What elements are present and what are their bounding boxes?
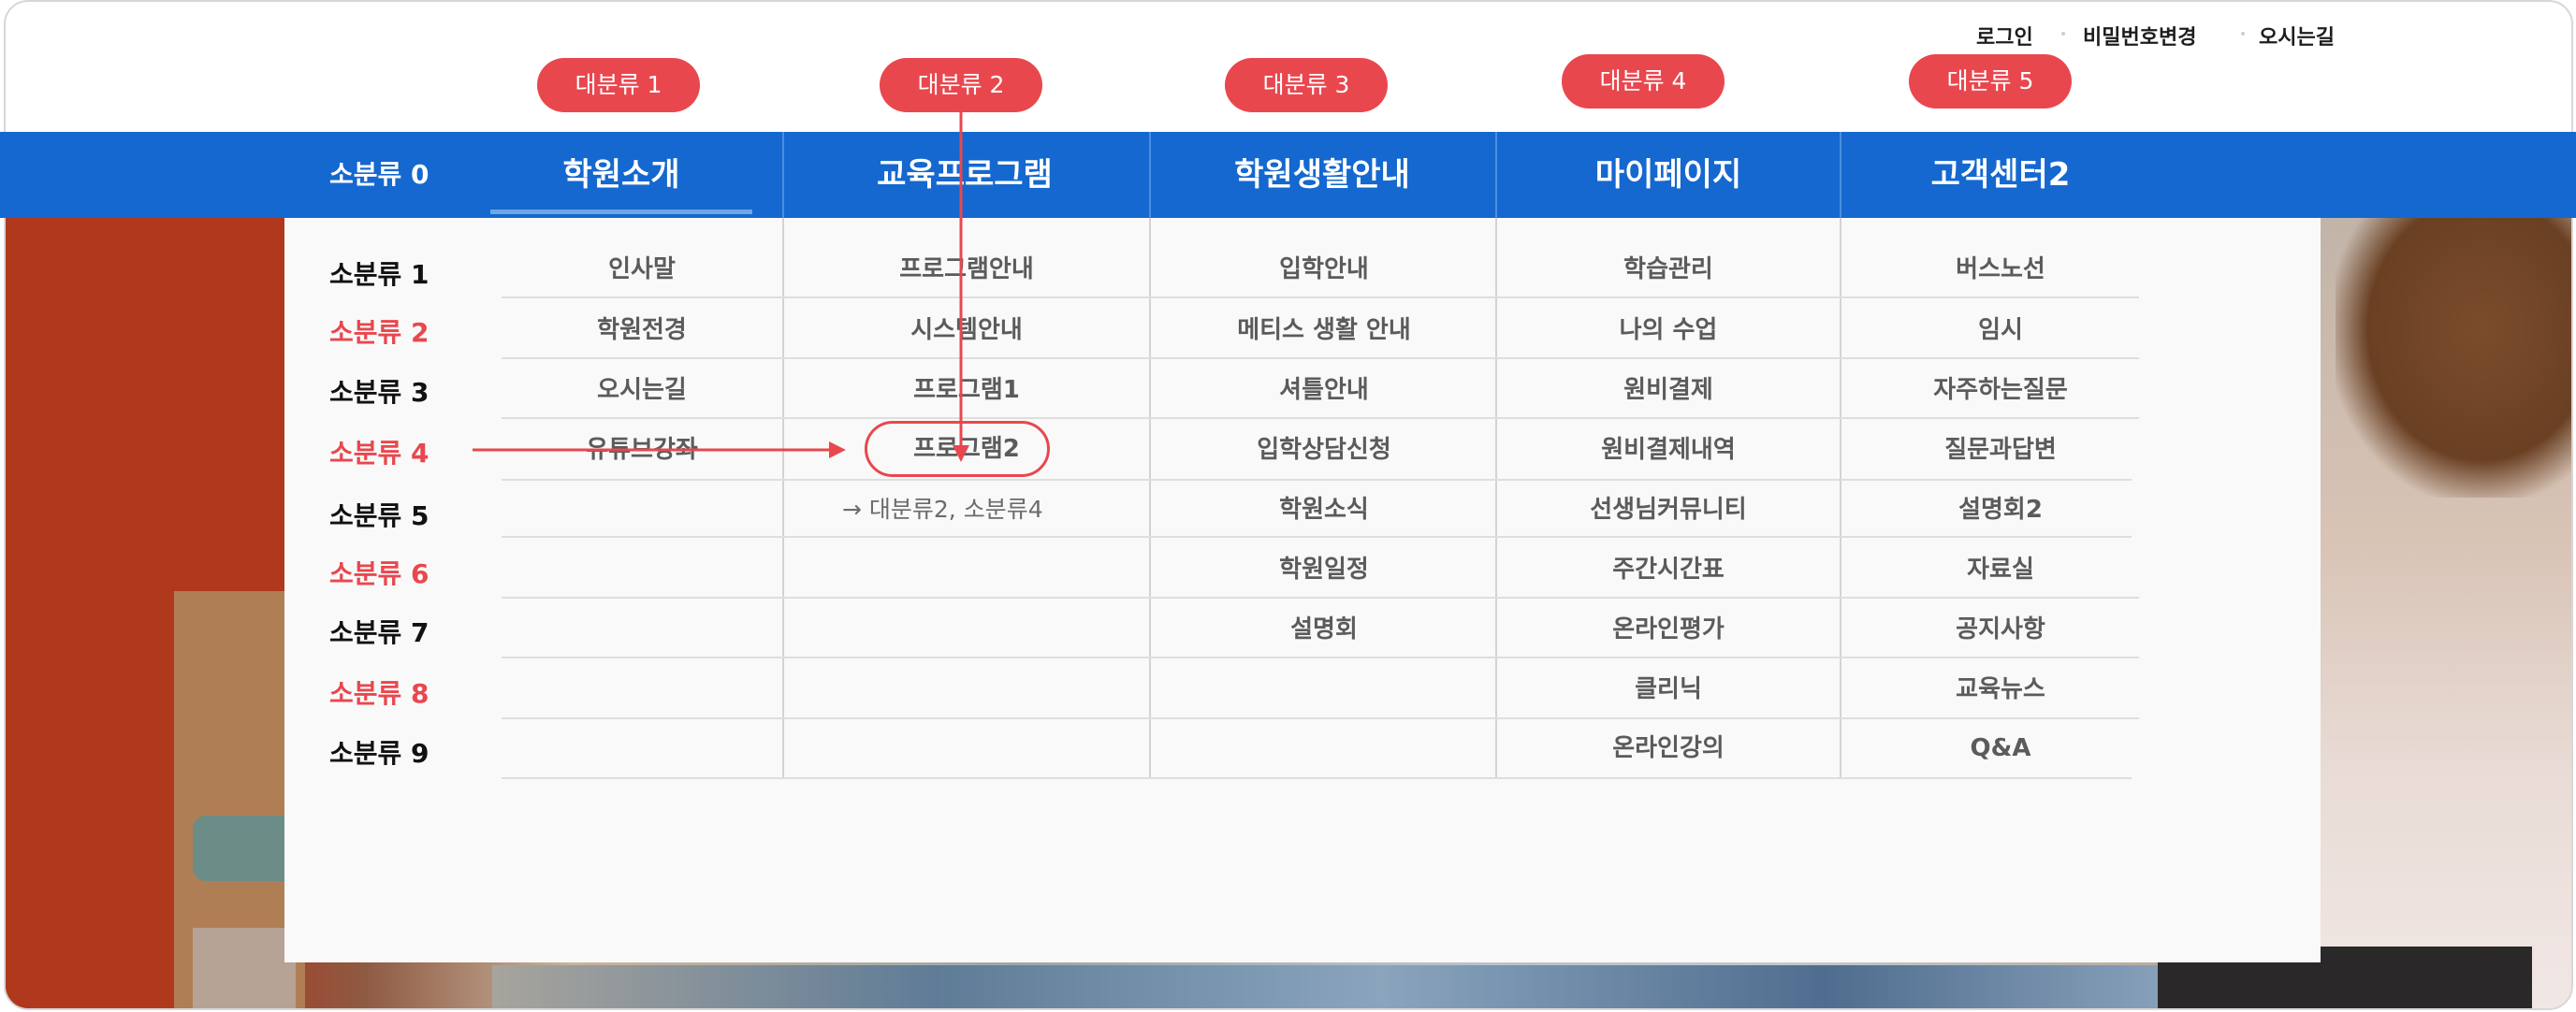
- menu-item[interactable]: 학원소식: [1151, 491, 1497, 528]
- menu-item[interactable]: 온라인강의: [1497, 730, 1840, 767]
- menu-item[interactable]: 셔틀안내: [1151, 371, 1497, 409]
- nav-my-page[interactable]: 마이페이지: [1497, 132, 1840, 218]
- menu-item[interactable]: 입학상담신청: [1151, 431, 1497, 469]
- menu-item[interactable]: 시스템안내: [784, 311, 1149, 349]
- sub-category-label-6: 소분류 6: [329, 558, 429, 589]
- annotation-pill-category-5: 대분류 5: [1909, 54, 2072, 108]
- sub-category-label-5: 소분류 5: [329, 500, 429, 531]
- nav-academy-intro[interactable]: 학원소개: [490, 132, 752, 218]
- menu-item[interactable]: 프로그램안내: [784, 251, 1149, 288]
- row-separator: [502, 357, 2139, 359]
- change-password-link[interactable]: 비밀번호변경: [2083, 21, 2196, 50]
- nav-academy-life-guide[interactable]: 학원생활안내: [1149, 132, 1495, 218]
- login-link[interactable]: 로그인: [1976, 21, 2033, 50]
- annotation-pill-category-3: 대분류 3: [1225, 58, 1388, 112]
- annotation-pill-category-2: 대분류 2: [880, 58, 1042, 112]
- nav-divider: [782, 132, 784, 218]
- nav-education-program[interactable]: 교육프로그램: [782, 132, 1147, 218]
- sub-category-label-1: 소분류 1: [329, 259, 429, 290]
- menu-item[interactable]: 질문과답변: [1841, 431, 2160, 469]
- column-divider: [782, 218, 784, 779]
- menu-item[interactable]: 교육뉴스: [1841, 671, 2160, 708]
- row-separator: [502, 597, 2139, 599]
- utility-separator: [2241, 32, 2245, 36]
- sub-category-label-7: 소분류 7: [329, 617, 429, 648]
- menu-item[interactable]: 메티스 생활 안내: [1151, 311, 1497, 349]
- menu-item[interactable]: 온라인평가: [1497, 611, 1840, 648]
- nav-divider: [1840, 132, 1841, 218]
- menu-item[interactable]: 프로그램1: [784, 371, 1149, 409]
- menu-item[interactable]: Q&A: [1841, 730, 2160, 767]
- menu-item[interactable]: 학원일정: [1151, 551, 1497, 588]
- menu-item[interactable]: 설명회: [1151, 611, 1497, 648]
- annotation-pill-category-4: 대분류 4: [1562, 54, 1725, 108]
- row-separator: [502, 417, 2139, 419]
- row-separator: [502, 717, 2139, 719]
- menu-item[interactable]: 주간시간표: [1497, 551, 1840, 588]
- menu-item[interactable]: 입학안내: [1151, 251, 1497, 288]
- annotation-note: → 대분류2, 소분류4: [842, 496, 1043, 523]
- menu-item[interactable]: 오시는길: [502, 371, 782, 409]
- highlight-box: [865, 421, 1050, 477]
- menu-item[interactable]: 공지사항: [1841, 611, 2160, 648]
- menu-item[interactable]: 설명회2: [1841, 491, 2160, 528]
- menu-item[interactable]: 원비결제: [1497, 371, 1840, 409]
- row-separator: [502, 479, 2132, 481]
- menu-item[interactable]: 자주하는질문: [1841, 371, 2160, 409]
- active-nav-underline: [490, 210, 752, 214]
- menu-item[interactable]: 나의 수업: [1497, 311, 1840, 349]
- nav-divider: [1149, 132, 1151, 218]
- row-separator: [502, 777, 2132, 779]
- sub-category-label-4: 소분류 4: [329, 438, 429, 469]
- directions-link[interactable]: 오시는길: [2259, 21, 2335, 50]
- menu-item[interactable]: 선생님커뮤니티: [1497, 491, 1840, 528]
- menu-item[interactable]: 자료실: [1841, 551, 2160, 588]
- row-separator: [502, 536, 2132, 538]
- nav-customer-center[interactable]: 고객센터2: [1841, 132, 2160, 218]
- sub-category-label-3: 소분류 3: [329, 377, 429, 408]
- menu-item[interactable]: 클리닉: [1497, 671, 1840, 708]
- utility-separator: [2061, 32, 2065, 36]
- sub-category-label-8: 소분류 8: [329, 678, 429, 709]
- sub-category-label-0: 소분류 0: [329, 159, 429, 190]
- nav-divider: [1495, 132, 1497, 218]
- sub-category-label-2: 소분류 2: [329, 317, 429, 348]
- row-separator: [502, 657, 2139, 658]
- menu-item[interactable]: 학원전경: [502, 311, 782, 349]
- menu-item[interactable]: 유튜브강좌: [502, 431, 782, 469]
- menu-item[interactable]: 원비결제내역: [1497, 431, 1840, 469]
- row-separator: [502, 296, 2139, 298]
- menu-item[interactable]: 버스노선: [1841, 251, 2160, 288]
- annotation-pill-category-1: 대분류 1: [537, 58, 700, 112]
- menu-item[interactable]: 임시: [1841, 311, 2160, 349]
- sub-category-label-9: 소분류 9: [329, 738, 429, 769]
- menu-item[interactable]: 학습관리: [1497, 251, 1840, 288]
- menu-item[interactable]: 인사말: [502, 251, 782, 288]
